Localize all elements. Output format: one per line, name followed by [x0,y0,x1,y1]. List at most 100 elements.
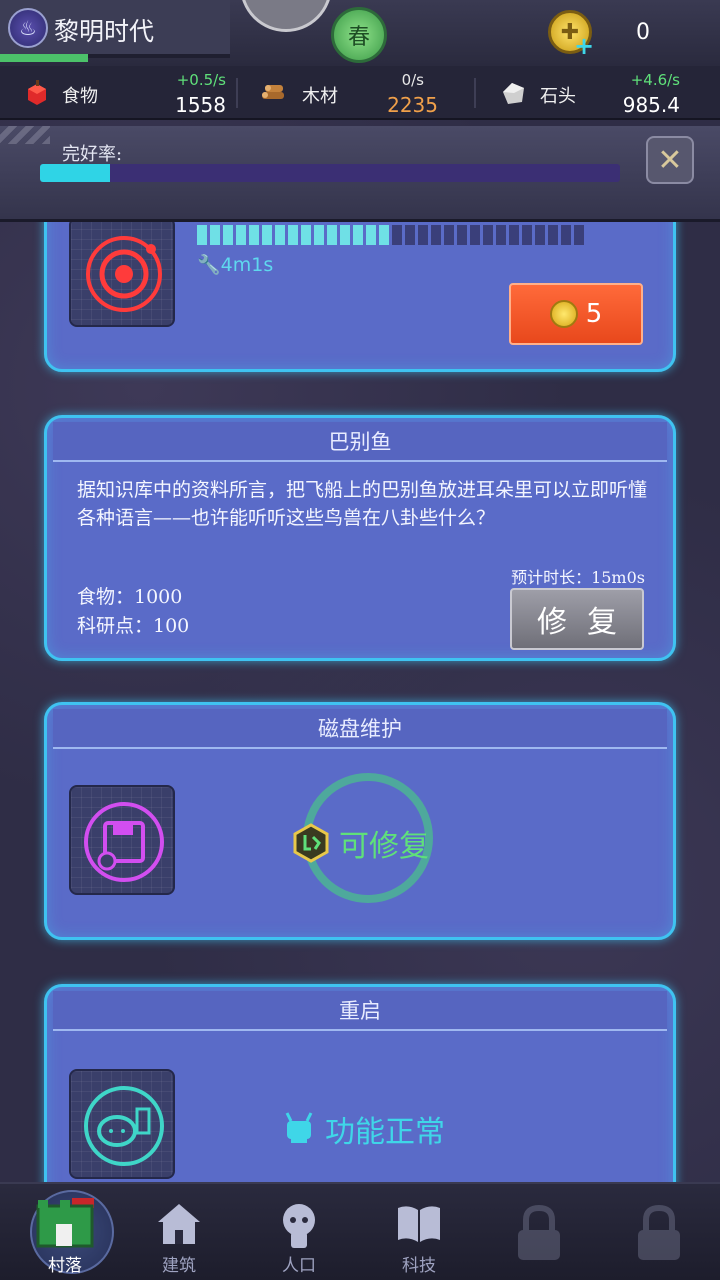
progress-segment [197,225,207,245]
disk-icon-box [69,785,175,895]
status-text: 功能正常 [325,1115,445,1150]
speaker-icon [86,236,162,312]
progress-segment [379,225,389,245]
wood-logs-icon [262,85,284,99]
book-icon [398,1206,440,1242]
card-description: 据知识库中的资料所言，把飞船上的巴别鱼放进耳朵里可以立即听懂各种语言——也许能听… [77,479,648,529]
timer-value: 4m1s [220,254,274,276]
progress-segment [483,225,493,245]
speed-up-cost: 5 [585,299,603,329]
nav-population[interactable]: 人口 [244,1184,354,1280]
repair-status[interactable]: 可修复 [291,821,429,865]
lock-icon [638,1204,680,1260]
avatar[interactable] [240,0,332,32]
cost-research: 科研点：100 [77,615,190,637]
progress-segment [444,225,454,245]
repair-card-disk: 磁盘维护 可修复 [44,702,676,940]
resource-amount: 1558 [175,93,226,117]
divider [236,78,238,108]
progress-segment [535,225,545,245]
status-text: 可修复 [339,829,429,864]
resource-name: 木材 [302,86,338,107]
add-coin-icon[interactable]: + [574,32,594,60]
progress-segment [431,225,441,245]
resource-rate: +4.6/s [630,71,680,89]
resource-name: 食物 [62,86,98,107]
progress-segment [457,225,467,245]
resource-amount: 985.4 [622,93,680,117]
progress-segment [210,225,220,245]
cost-food: 食物：1000 [77,586,183,608]
repair-button[interactable]: 修复 [510,588,644,650]
resource-name: 石头 [540,86,576,107]
progress-segment [275,225,285,245]
village-icon [36,1198,94,1248]
progress-segment [522,225,532,245]
progress-segment [353,225,363,245]
decorative-stripes [0,126,50,144]
nav-technology[interactable]: 科技 [364,1184,474,1280]
nav-village[interactable]: 村落 [10,1184,120,1280]
resource-wood[interactable]: 木材 0/s 2235 [260,66,450,120]
integrity-label: 完好率: [62,144,123,165]
resource-stone[interactable]: 石头 +4.6/s 985.4 [500,66,700,120]
divider [474,78,476,108]
close-button[interactable]: ✕ [646,136,694,184]
progress-segment [327,225,337,245]
speed-up-button[interactable]: 5 [509,283,643,345]
estimated-duration: 预计时长：15m0s [511,568,645,587]
progress-segment [548,225,558,245]
resource-rate: 0/s [401,71,424,89]
card-title: 磁盘维护 [53,709,667,749]
progress-segment [301,225,311,245]
repair-list[interactable]: 🔧4m1s 5 巴别鱼 据知识库中的资料所言，把飞船上的巴别鱼放进耳朵里可以立即… [0,222,720,1182]
resource-food[interactable]: 食物 +0.5/s 1558 [24,66,226,120]
nav-label: 村落 [48,1256,82,1276]
integrity-bar [40,164,620,182]
progress-segment [314,225,324,245]
nav-label: 建筑 [162,1256,196,1276]
progress-segments [197,225,584,245]
coin-count: 0 [636,20,650,45]
game-title: 黎明时代 [54,17,155,46]
progress-segment [223,225,233,245]
house-icon [158,1204,200,1244]
progress-segment [392,225,402,245]
progress-segment [249,225,259,245]
progress-segment [405,225,415,245]
repair-timer: 🔧4m1s [197,253,273,276]
speaker-icon-box [69,222,175,327]
progress-segment [509,225,519,245]
coin-icon [549,300,578,328]
progress-segment [340,225,350,245]
season-badge[interactable]: 春 [331,7,387,63]
progress-segment [574,225,584,245]
nav-label: 科技 [402,1256,436,1276]
era-progress [0,54,88,62]
robot-icon [285,1112,313,1143]
card-title: 巴别鱼 [53,422,667,462]
lock-icon [518,1204,560,1260]
person-icon [283,1204,315,1248]
progress-segment [366,225,376,245]
reboot-icon-box [69,1069,175,1179]
repair-available-icon [293,823,329,863]
nav-buildings[interactable]: 建筑 [124,1184,234,1280]
nav-label: 人口 [282,1256,316,1276]
top-bar: ♨ 黎明时代 春 ✚ + 0 [0,0,720,66]
progress-segment [496,225,506,245]
floppy-disk-icon [84,802,164,882]
card-title: 重启 [53,991,667,1031]
progress-segment [262,225,272,245]
progress-segment [418,225,428,245]
repair-card-speaker: 🔧4m1s 5 [44,222,676,372]
apple-icon [28,80,46,105]
progress-segment [288,225,298,245]
campfire-icon[interactable]: ♨ [8,8,48,48]
resource-amount: 2235 [387,93,438,117]
resource-rate: +0.5/s [176,71,226,89]
repair-card-babel-fish: 巴别鱼 据知识库中的资料所言，把飞船上的巴别鱼放进耳朵里可以立即听懂各种语言——… [44,415,676,661]
stone-icon [503,83,524,104]
progress-segment [561,225,571,245]
resource-bar: 食物 +0.5/s 1558 木材 0/s 2235 石头 +4.6/s 985… [0,66,720,120]
